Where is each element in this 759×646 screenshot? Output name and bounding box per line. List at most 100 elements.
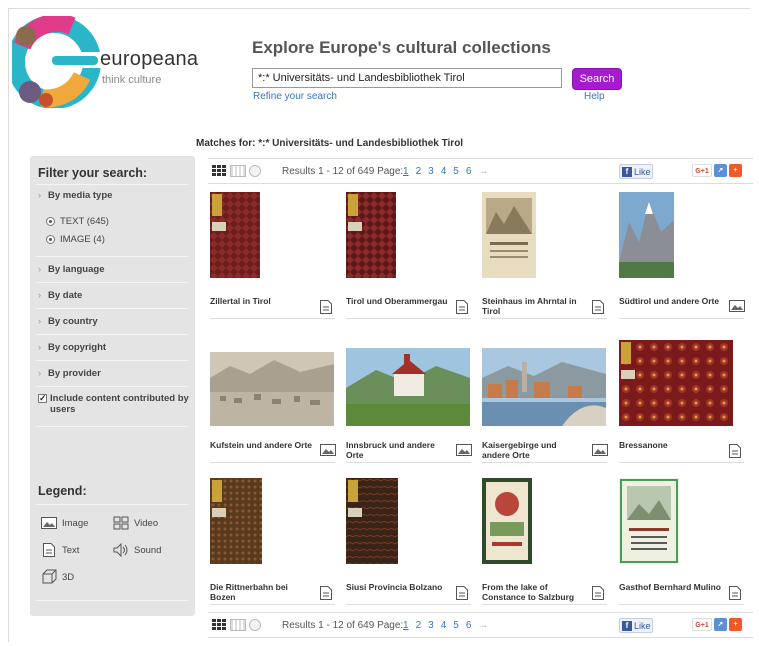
facet-date[interactable]: › By date bbox=[38, 290, 82, 301]
page-link[interactable]: 4 bbox=[441, 620, 447, 631]
page-link[interactable]: 4 bbox=[441, 166, 447, 177]
text-type-icon bbox=[320, 586, 332, 603]
result-thumbnail[interactable] bbox=[619, 340, 733, 429]
page-link[interactable]: 3 bbox=[428, 620, 434, 631]
map-view-icon[interactable] bbox=[249, 619, 261, 631]
result-thumbnail[interactable] bbox=[619, 478, 679, 567]
result-item[interactable]: Bressanone bbox=[617, 336, 747, 463]
twitter-share-icon[interactable]: ➚ bbox=[714, 164, 727, 177]
result-item[interactable]: Zillertal in Tirol bbox=[208, 192, 338, 319]
page-link[interactable]: 6 bbox=[466, 620, 472, 631]
search-input[interactable] bbox=[252, 68, 562, 88]
facet-language[interactable]: › By language bbox=[38, 264, 105, 275]
brand-tagline: think culture bbox=[102, 74, 162, 86]
media-option-text[interactable]: TEXT (645) bbox=[46, 216, 109, 227]
page-link[interactable]: 2 bbox=[416, 166, 422, 177]
ugc-checkbox-row[interactable]: ✓ Include content contributed by users bbox=[38, 393, 193, 415]
result-item[interactable]: From the lake of Constance to Salzburg bbox=[480, 478, 610, 605]
image-icon bbox=[320, 444, 336, 456]
media-option-image[interactable]: IMAGE (4) bbox=[46, 234, 105, 245]
next-page-arrow-icon[interactable]: → bbox=[478, 620, 488, 631]
search-button[interactable]: Search bbox=[572, 68, 622, 90]
ugc-checkbox-label: Include content contributed by users bbox=[50, 393, 189, 415]
image-icon bbox=[40, 516, 58, 530]
page-link[interactable]: 3 bbox=[428, 166, 434, 177]
google-plus-button[interactable]: G+1 bbox=[692, 618, 712, 631]
help-link[interactable]: Help bbox=[584, 91, 605, 102]
result-title[interactable]: Zillertal in Tirol bbox=[210, 296, 312, 306]
grid-view-icon[interactable] bbox=[212, 619, 227, 631]
result-title[interactable]: Siusi Provincia Bolzano bbox=[346, 582, 448, 592]
text-type-icon bbox=[729, 586, 741, 603]
add-share-icon[interactable]: + bbox=[729, 618, 742, 631]
page-link[interactable]: 1 bbox=[403, 620, 409, 631]
result-item[interactable]: Innsbruck und andere Orte bbox=[344, 336, 474, 463]
media-option-label: TEXT (645) bbox=[60, 216, 109, 227]
matches-line: Matches for: *:* Universitäts- und Lande… bbox=[196, 138, 463, 149]
page-link[interactable]: 6 bbox=[466, 166, 472, 177]
result-item[interactable]: Die Rittnerbahn bei Bozen bbox=[208, 478, 338, 605]
result-title[interactable]: Kaisergebirge und andere Orte bbox=[482, 440, 584, 460]
legend-label: Sound bbox=[134, 544, 162, 556]
divider bbox=[210, 604, 335, 605]
legend-video: Video bbox=[112, 516, 158, 530]
result-item[interactable]: Kaisergebirge und andere Orte bbox=[480, 336, 610, 463]
result-thumbnail[interactable] bbox=[482, 192, 536, 281]
result-item[interactable]: Tirol und Oberammergau bbox=[344, 192, 474, 319]
facebook-like-button[interactable]: f Like bbox=[619, 164, 653, 179]
result-thumbnail[interactable] bbox=[482, 348, 606, 429]
divider bbox=[210, 318, 335, 319]
grid-view-icon[interactable] bbox=[212, 165, 227, 177]
next-page-arrow-icon[interactable]: → bbox=[478, 166, 488, 177]
result-thumbnail[interactable] bbox=[210, 192, 260, 281]
result-title[interactable]: Steinhaus im Ahrntal in Tirol bbox=[482, 296, 584, 316]
result-item[interactable]: Südtirol und andere Orte bbox=[617, 192, 747, 319]
result-item[interactable]: Gasthof Bernhard Mulino bbox=[617, 478, 747, 605]
add-share-icon[interactable]: + bbox=[729, 164, 742, 177]
result-thumbnail[interactable] bbox=[346, 192, 396, 281]
page-title: Explore Europe's cultural collections bbox=[252, 38, 551, 57]
page-link[interactable]: 5 bbox=[453, 166, 459, 177]
timeline-view-icon[interactable] bbox=[230, 165, 246, 177]
europeana-logo[interactable]: europeana think culture bbox=[7, 13, 198, 109]
facet-media-type[interactable]: › By media type bbox=[38, 190, 112, 201]
result-thumbnail[interactable] bbox=[482, 478, 532, 567]
result-thumbnail[interactable] bbox=[619, 192, 674, 281]
map-view-icon[interactable] bbox=[249, 165, 261, 177]
page-link[interactable]: 5 bbox=[453, 620, 459, 631]
result-title[interactable]: From the lake of Constance to Salzburg bbox=[482, 582, 584, 602]
timeline-view-icon[interactable] bbox=[230, 619, 246, 631]
text-type-icon bbox=[592, 300, 604, 317]
facet-label: By language bbox=[48, 264, 105, 275]
result-title[interactable]: Südtirol und andere Orte bbox=[619, 296, 721, 306]
legend-3d: 3D bbox=[40, 569, 74, 584]
result-item[interactable]: Siusi Provincia Bolzano bbox=[344, 478, 474, 605]
result-thumbnail[interactable] bbox=[210, 352, 334, 429]
facet-copyright[interactable]: › By copyright bbox=[38, 342, 106, 353]
result-title[interactable]: Gasthof Bernhard Mulino bbox=[619, 582, 721, 592]
divider bbox=[36, 360, 188, 361]
facet-country[interactable]: › By country bbox=[38, 316, 98, 327]
result-thumbnail[interactable] bbox=[210, 478, 262, 567]
page-link[interactable]: 1 bbox=[403, 166, 409, 177]
result-title[interactable]: Kufstein und andere Orte bbox=[210, 440, 312, 450]
filter-sidebar: Filter your search: › By media type TEXT … bbox=[30, 156, 195, 616]
checkbox-checked-icon[interactable]: ✓ bbox=[38, 394, 47, 403]
facet-label: By provider bbox=[48, 368, 101, 379]
result-title[interactable]: Innsbruck und andere Orte bbox=[346, 440, 448, 460]
facet-provider[interactable]: › By provider bbox=[38, 368, 101, 379]
result-title[interactable]: Bressanone bbox=[619, 440, 721, 450]
result-title[interactable]: Tirol und Oberammergau bbox=[346, 296, 448, 306]
legend-title: Legend: bbox=[38, 484, 87, 498]
result-thumbnail[interactable] bbox=[346, 348, 470, 429]
twitter-share-icon[interactable]: ➚ bbox=[714, 618, 727, 631]
facebook-like-button[interactable]: f Like bbox=[619, 618, 653, 633]
result-thumbnail[interactable] bbox=[346, 478, 398, 567]
result-item[interactable]: Steinhaus im Ahrntal in Tirol bbox=[480, 192, 610, 319]
legend-label: Text bbox=[62, 544, 80, 556]
google-plus-button[interactable]: G+1 bbox=[692, 164, 712, 177]
result-title[interactable]: Die Rittnerbahn bei Bozen bbox=[210, 582, 312, 602]
result-item[interactable]: Kufstein und andere Orte bbox=[208, 336, 338, 463]
page-link[interactable]: 2 bbox=[416, 620, 422, 631]
refine-search-link[interactable]: Refine your search bbox=[253, 91, 337, 102]
